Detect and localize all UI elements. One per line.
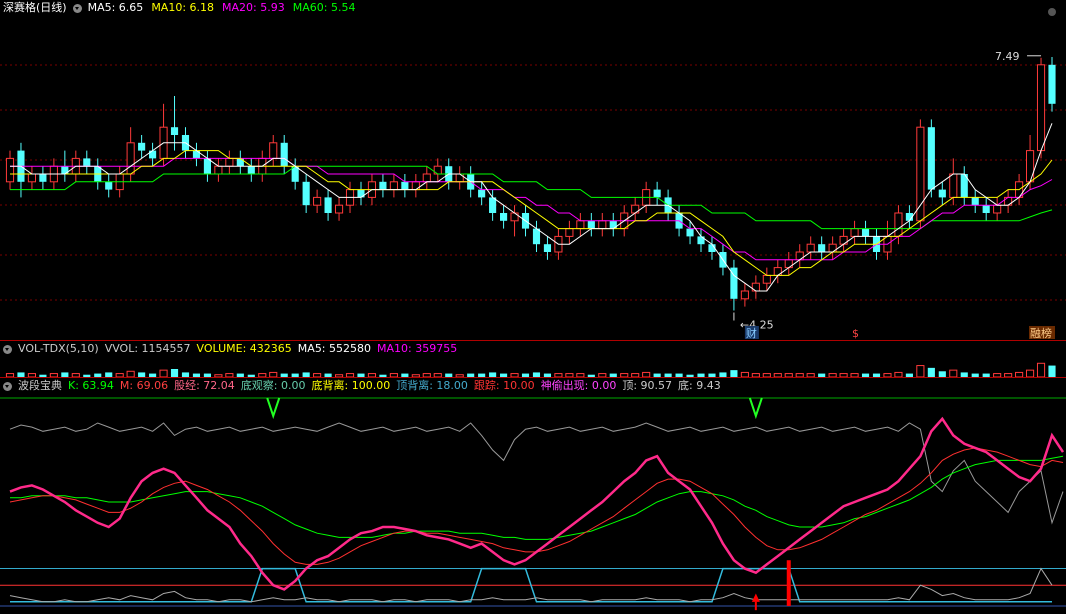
candle-body (126, 142, 135, 175)
volume-panel: VOL-TDX(5,10) VVOL: 1154557 VOLUME: 432365… (0, 341, 1066, 377)
candle-body (411, 181, 420, 191)
indicator-chart (0, 397, 1066, 611)
volume-bar (927, 367, 935, 377)
candle-body (993, 204, 1002, 214)
candle-body (280, 142, 288, 167)
indicator-panel: 波段宝典 K: 63.94 M: 69.06 股经: 72.04 底观察: 0.00 底背… (0, 378, 1066, 614)
price-panel: 深赛格(日线) MA5: 6.65 MA10: 6.18 MA20: 5.93 MA6… (0, 0, 1066, 340)
candle-body (478, 189, 486, 198)
volume-chart (5, 362, 1056, 377)
top-v-marker (266, 397, 281, 420)
candle-body (686, 228, 694, 237)
candle-body (850, 228, 859, 237)
series-K (9, 416, 1065, 591)
candle-body (225, 157, 234, 167)
candle-body (379, 181, 387, 190)
candle-body (313, 196, 322, 206)
volume-bar (949, 369, 958, 377)
volume-bar (1036, 362, 1046, 377)
candle-body (762, 274, 771, 284)
candle-body (565, 228, 574, 237)
volume-bar (916, 365, 925, 377)
volume-bar (730, 370, 738, 377)
candle-body (138, 142, 146, 151)
candle-body (894, 212, 903, 237)
candle-body (598, 220, 607, 230)
candle-body (105, 181, 113, 190)
candle-body (61, 166, 69, 174)
high-price-label: 7.49 (995, 50, 1020, 63)
volume-bar (170, 369, 179, 377)
candle-body (971, 197, 979, 206)
candle-body (938, 189, 946, 198)
candle-body (334, 204, 344, 214)
candle-body (269, 142, 278, 159)
candle-body (1025, 150, 1035, 183)
candle-body (510, 212, 519, 222)
candle-body (1036, 64, 1046, 152)
candle-body (389, 181, 398, 191)
volume-bar (1025, 369, 1035, 377)
event-marker: 财 (746, 326, 757, 340)
event-marker: $ (852, 327, 859, 340)
candle-body (324, 197, 332, 213)
series-M (9, 447, 1064, 565)
candle-body (500, 213, 508, 221)
volume-bar (159, 369, 168, 377)
candle-body (576, 220, 585, 230)
candle-body (39, 174, 47, 182)
candle-body (543, 244, 552, 252)
expand-circle-icon (1048, 8, 1056, 16)
candle-body (401, 181, 409, 190)
candle-body (982, 205, 990, 213)
candle-body (818, 244, 826, 252)
candle-body (949, 173, 958, 198)
candle-body (422, 173, 431, 183)
candle-body (861, 228, 870, 237)
up-arrow-icon (751, 593, 760, 602)
candle-body (433, 165, 442, 175)
candle-body (751, 282, 760, 292)
event-marker: 融榜 (1030, 326, 1052, 340)
volume-bar (1048, 365, 1056, 377)
candle-body (740, 290, 749, 300)
price-chart: 7.49←4.25财 $ 融榜 (0, 8, 1066, 340)
signal-bar (786, 560, 791, 606)
candle-body (214, 165, 223, 175)
candle-body (1048, 64, 1056, 104)
candle-body (806, 243, 815, 253)
candle-body (302, 181, 310, 206)
candle-body (27, 173, 37, 183)
candle-body (927, 127, 935, 190)
candle-body (653, 189, 661, 198)
candle-body (83, 158, 91, 167)
candle-body (236, 158, 244, 167)
top-v-marker (748, 397, 763, 420)
candle-body (916, 126, 925, 222)
candle-body (795, 251, 804, 261)
series-股经 (10, 455, 1064, 540)
candle-body (5, 157, 15, 183)
candle-body (170, 127, 179, 135)
candle-body (247, 166, 255, 174)
candle-body (828, 243, 837, 253)
candle-body (587, 220, 595, 229)
